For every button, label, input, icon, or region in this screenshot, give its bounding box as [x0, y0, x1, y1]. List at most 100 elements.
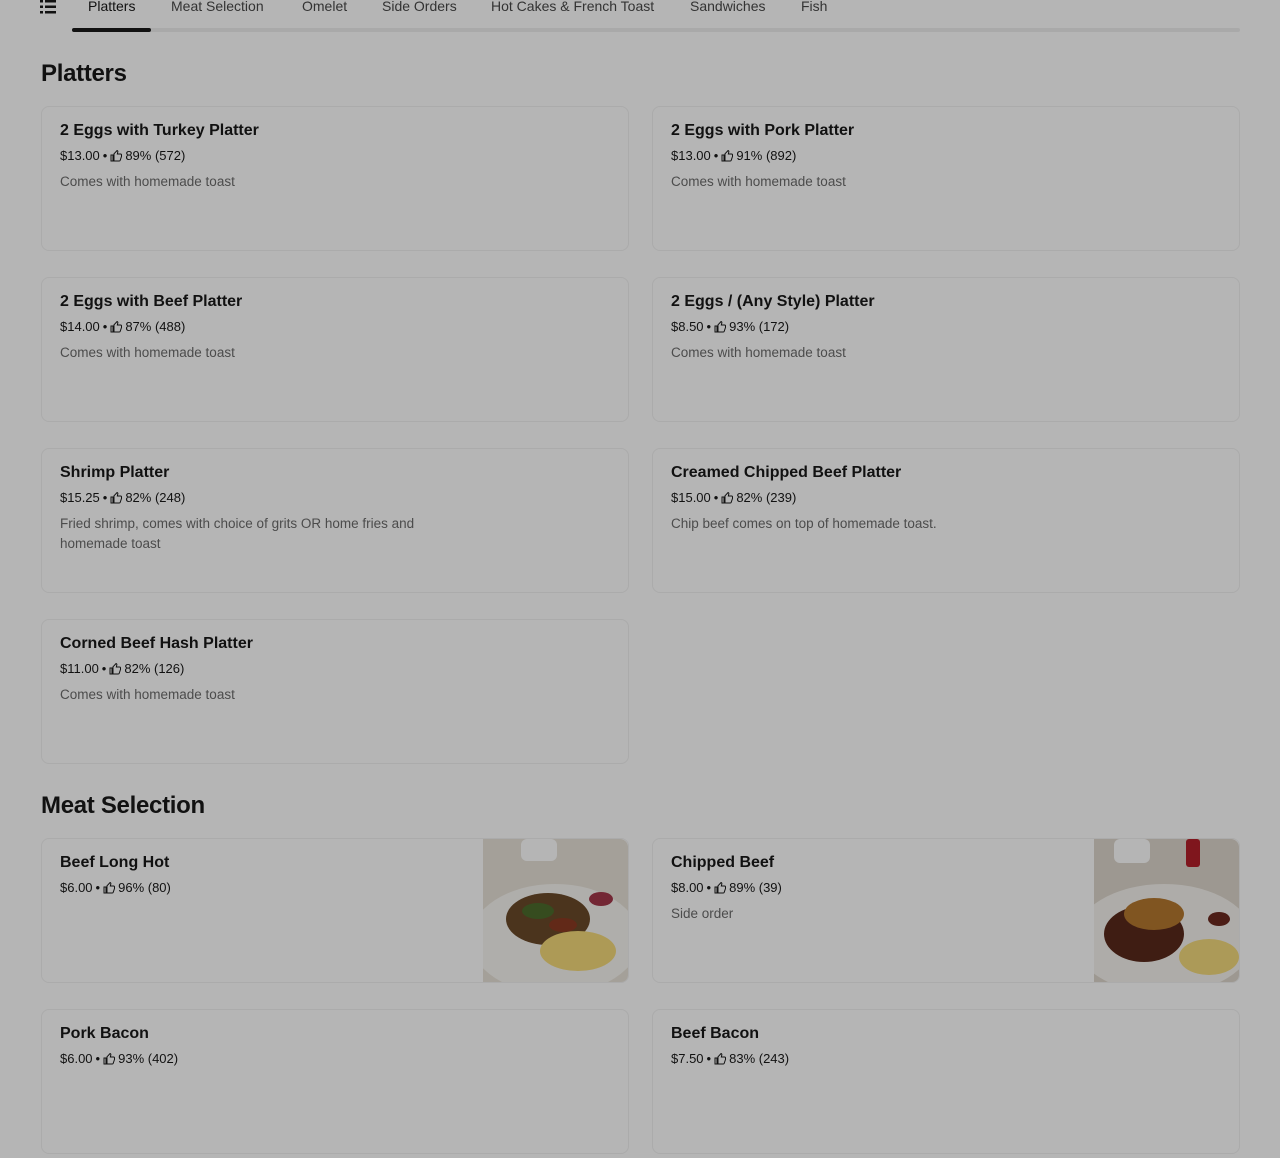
item-name: 2 Eggs with Beef Platter: [60, 293, 243, 310]
item-rating: 93% (402): [118, 1051, 179, 1066]
tab-meat-selection[interactable]: Meat Selection: [171, 0, 264, 28]
menu-item-card[interactable]: Beef Long Hot $6.00 • 96% (80): [41, 838, 629, 983]
separator: •: [102, 319, 108, 334]
item-price: $13.00: [671, 148, 711, 163]
thumbs-up-icon: [714, 1052, 727, 1064]
separator: •: [95, 880, 101, 895]
item-meta: $8.00 • 89% (39): [671, 880, 782, 895]
item-price: $15.00: [671, 490, 711, 505]
item-name: 2 Eggs with Pork Platter: [671, 122, 855, 139]
item-meta: $7.50 • 83% (243): [671, 1051, 789, 1066]
item-price: $13.00: [60, 148, 100, 163]
tab-fish[interactable]: Fish: [801, 0, 827, 28]
thumbs-up-icon: [714, 320, 727, 332]
menu-item-card[interactable]: Beef Bacon $7.50 • 83% (243): [652, 1009, 1240, 1154]
item-rating: 89% (39): [729, 880, 782, 895]
item-rating: 82% (126): [124, 661, 185, 676]
menu-item-card[interactable]: Corned Beef Hash Platter $11.00 • 82% (1…: [41, 619, 629, 764]
menu-item-card[interactable]: Pork Bacon $6.00 • 93% (402): [41, 1009, 629, 1154]
item-rating: 93% (172): [729, 319, 790, 334]
thumbs-up-icon: [721, 491, 734, 503]
menu-item-card[interactable]: 2 Eggs with Turkey Platter $13.00 • 89% …: [41, 106, 629, 251]
item-description: Side order: [671, 906, 734, 921]
tab-hot-cakes-french-toast[interactable]: Hot Cakes & French Toast: [491, 0, 654, 28]
item-name: Pork Bacon: [60, 1025, 149, 1042]
thumbs-up-icon: [110, 149, 123, 161]
menu-item-card[interactable]: 2 Eggs with Pork Platter $13.00 • 91% (8…: [652, 106, 1240, 251]
menu-item-card[interactable]: 2 Eggs / (Any Style) Platter $8.50 • 93%…: [652, 277, 1240, 422]
thumbs-up-icon: [103, 881, 116, 893]
menu-item-card[interactable]: Creamed Chipped Beef Platter $15.00 • 82…: [652, 448, 1240, 593]
item-description: Comes with homemade toast: [60, 687, 235, 702]
item-name: 2 Eggs / (Any Style) Platter: [671, 293, 875, 310]
separator: •: [102, 490, 108, 505]
item-price: $8.00: [671, 880, 704, 895]
separator: •: [102, 148, 108, 163]
thumbs-up-icon: [109, 662, 122, 674]
menu-item-card[interactable]: 2 Eggs with Beef Platter $14.00 • 87% (4…: [41, 277, 629, 422]
item-meta: $15.25 • 82% (248): [60, 490, 185, 505]
item-price: $8.50: [671, 319, 704, 334]
separator: •: [101, 661, 107, 676]
thumbs-up-icon: [714, 881, 727, 893]
item-name: Creamed Chipped Beef Platter: [671, 464, 902, 481]
item-rating: 82% (248): [125, 490, 186, 505]
item-description: Comes with homemade toast: [671, 174, 846, 189]
item-rating: 87% (488): [125, 319, 186, 334]
section-title-platters: Platters: [41, 60, 127, 87]
item-meta: $6.00 • 96% (80): [60, 880, 171, 895]
item-name: Corned Beef Hash Platter: [60, 635, 253, 652]
item-description: Chip beef comes on top of homemade toast…: [671, 516, 937, 531]
separator: •: [95, 1051, 101, 1066]
separator: •: [713, 148, 719, 163]
item-price: $7.50: [671, 1051, 704, 1066]
list-icon[interactable]: [40, 0, 56, 14]
menu-item-card[interactable]: Chipped Beef $8.00 • 89% (39) Side order: [652, 838, 1240, 983]
item-description: Comes with homemade toast: [60, 345, 235, 360]
thumbs-up-icon: [110, 491, 123, 503]
item-photo: [483, 839, 628, 982]
item-rating: 89% (572): [125, 148, 186, 163]
thumbs-up-icon: [103, 1052, 116, 1064]
separator: •: [706, 319, 712, 334]
item-meta: $14.00 • 87% (488): [60, 319, 185, 334]
item-description: Fried shrimp, comes with choice of grits…: [60, 516, 415, 551]
menu-item-card[interactable]: Shrimp Platter $15.25 • 82% (248) Fried …: [41, 448, 629, 593]
item-rating: 91% (892): [736, 148, 797, 163]
item-price: $14.00: [60, 319, 100, 334]
item-description: Comes with homemade toast: [60, 174, 235, 189]
item-name: Beef Long Hot: [60, 854, 170, 871]
thumbs-up-icon: [721, 149, 734, 161]
item-name: Chipped Beef: [671, 854, 775, 871]
item-rating: 82% (239): [736, 490, 797, 505]
item-price: $11.00: [60, 661, 99, 676]
separator: •: [706, 1051, 712, 1066]
category-nav: Platters Meat Selection Omelet Side Orde…: [40, 0, 1240, 33]
tab-platters[interactable]: Platters: [71, 0, 153, 32]
item-meta: $13.00 • 89% (572): [60, 148, 185, 163]
item-meta: $11.00 • 82% (126): [60, 661, 184, 676]
item-photo: [1094, 839, 1239, 982]
category-nav-track: [72, 28, 1240, 32]
item-meta: $13.00 • 91% (892): [671, 148, 796, 163]
separator: •: [713, 490, 719, 505]
item-name: Shrimp Platter: [60, 464, 170, 481]
item-meta: $6.00 • 93% (402): [60, 1051, 178, 1066]
item-meta: $15.00 • 82% (239): [671, 490, 796, 505]
item-meta: $8.50 • 93% (172): [671, 319, 789, 334]
section-title-meat-selection: Meat Selection: [41, 792, 205, 819]
thumbs-up-icon: [110, 320, 123, 332]
tab-omelet[interactable]: Omelet: [302, 0, 347, 28]
item-name: 2 Eggs with Turkey Platter: [60, 122, 259, 139]
item-description: Comes with homemade toast: [671, 345, 846, 360]
item-price: $6.00: [60, 880, 93, 895]
item-price: $6.00: [60, 1051, 93, 1066]
item-rating: 96% (80): [118, 880, 171, 895]
item-rating: 83% (243): [729, 1051, 790, 1066]
tab-side-orders[interactable]: Side Orders: [382, 0, 457, 28]
separator: •: [706, 880, 712, 895]
page: Platters Meat Selection Omelet Side Orde…: [0, 0, 1280, 1158]
item-price: $15.25: [60, 490, 100, 505]
item-name: Beef Bacon: [671, 1025, 760, 1042]
tab-sandwiches[interactable]: Sandwiches: [690, 0, 766, 28]
